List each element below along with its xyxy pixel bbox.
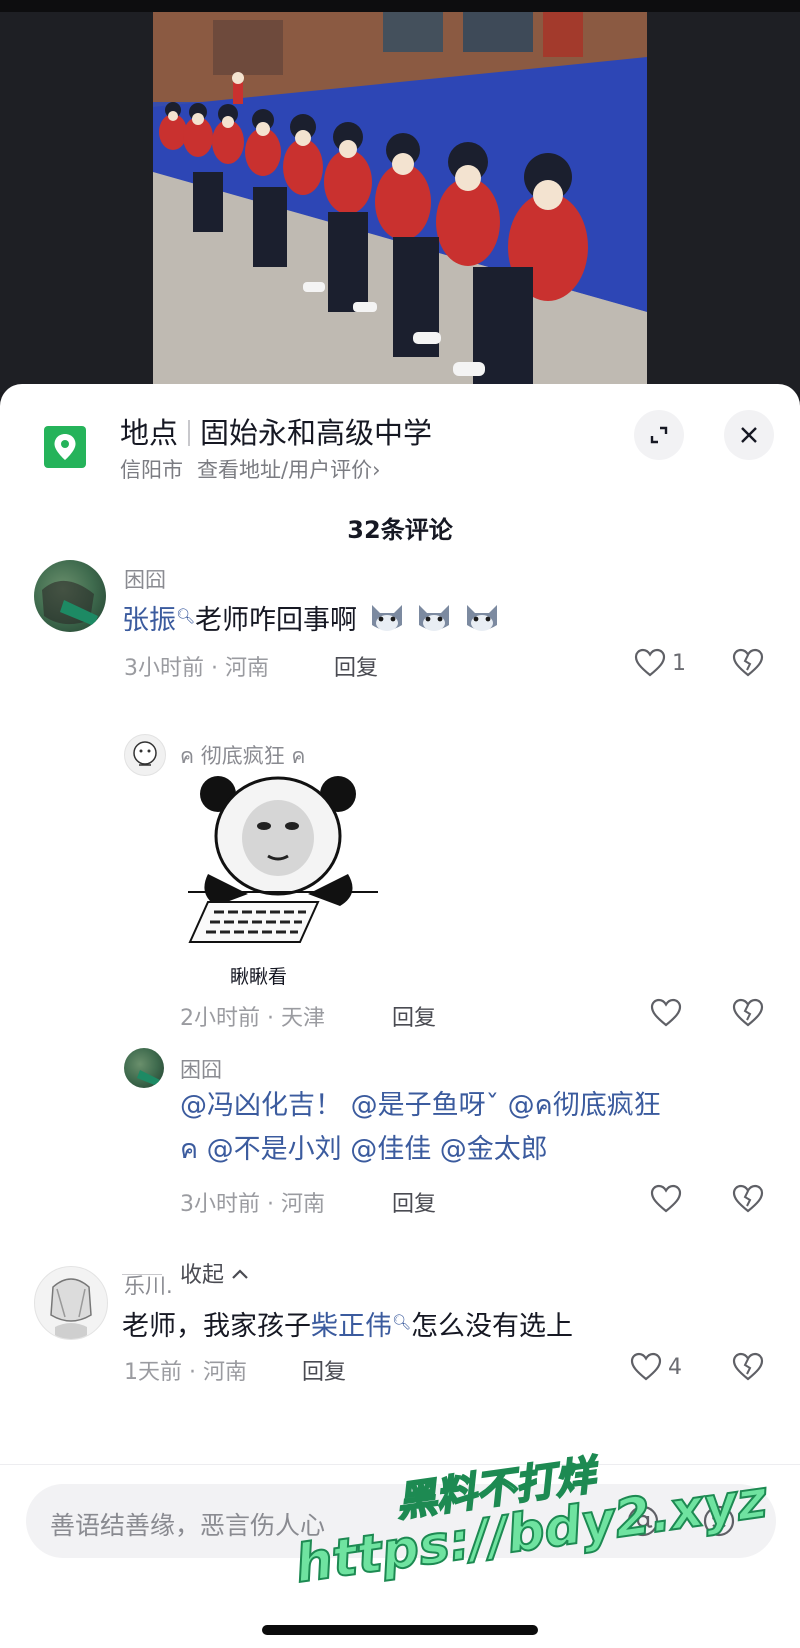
cat-emoji-icon — [419, 605, 450, 631]
location-city: 信阳市 — [120, 458, 183, 482]
mention-link[interactable]: 张振 — [122, 605, 176, 636]
heart-icon — [634, 648, 666, 677]
chevron-right-icon: › — [372, 458, 381, 482]
dislike-button[interactable] — [732, 648, 764, 682]
dislike-button[interactable] — [732, 1352, 764, 1386]
search-mark-icon: 🔍︎ — [176, 607, 196, 625]
comment-username[interactable]: 乐川. — [124, 1270, 173, 1300]
broken-heart-icon — [732, 648, 764, 677]
avatar[interactable] — [124, 1048, 164, 1088]
comment-input-placeholder: 善语结善缘，恶言伤人心 — [50, 1511, 326, 1540]
sticker-caption: 瞅瞅看 — [230, 966, 288, 988]
comment-sheet: 地点 固始永和高级中学 信阳市 查看地址/用户评价› 32条评论 困囧 张振🔍︎老师… — [0, 384, 800, 1648]
heart-icon — [630, 1352, 662, 1381]
expand-icon — [650, 426, 668, 444]
like-count: 4 — [668, 1354, 682, 1380]
comment-text: 张振🔍︎老师咋回事啊 — [122, 594, 500, 643]
video-frame-image — [153, 12, 647, 392]
heart-icon — [650, 1184, 682, 1213]
heart-icon — [650, 998, 682, 1027]
reply-meta: 3小时前 · 河南 — [180, 1192, 325, 1217]
reply-button[interactable]: 回复 — [392, 1186, 436, 1218]
like-button[interactable]: 1 — [634, 648, 686, 678]
avatar[interactable] — [124, 734, 166, 776]
avatar[interactable] — [34, 560, 106, 632]
chevron-up-icon — [232, 1269, 248, 1279]
location-name: 固始永和高级中学 — [200, 416, 433, 450]
location-title[interactable]: 地点 固始永和高级中学 — [120, 410, 432, 452]
reply-meta: 2小时前 · 天津 — [180, 1006, 325, 1031]
location-link[interactable]: 查看地址/用户评价 — [197, 458, 372, 482]
location-separator — [188, 420, 191, 446]
comment-body: 老师咋回事啊 — [195, 605, 358, 636]
comment-body: 老师，我家孩子 — [122, 1311, 311, 1342]
cat-emoji-icon — [371, 605, 402, 631]
search-mark-icon: 🔍︎ — [392, 1313, 412, 1331]
mention-link[interactable]: 柴正伟 — [311, 1311, 392, 1342]
dislike-button[interactable] — [732, 1184, 764, 1218]
reply-button[interactable]: 回复 — [334, 650, 378, 682]
broken-heart-icon — [732, 998, 764, 1027]
broken-heart-icon — [732, 1184, 764, 1213]
video-player[interactable] — [0, 12, 800, 392]
map-pin-icon — [44, 426, 86, 468]
reply-button[interactable]: 回复 — [302, 1354, 346, 1386]
comment-meta: 3小时前 · 河南 — [124, 656, 269, 681]
reply-button[interactable]: 回复 — [392, 1000, 436, 1032]
comment-username[interactable]: 困囧 — [124, 564, 166, 594]
close-button[interactable] — [724, 410, 774, 460]
input-divider — [0, 1464, 800, 1465]
emoji-row — [366, 605, 500, 636]
comment-text: 老师，我家孩子柴正伟🔍︎怎么没有选上 — [122, 1300, 573, 1349]
location-subline[interactable]: 信阳市 查看地址/用户评价› — [120, 454, 380, 484]
dislike-button[interactable] — [732, 998, 764, 1032]
comment-count: 32条评论 — [347, 516, 453, 544]
broken-heart-icon — [732, 1352, 764, 1381]
reply-username[interactable]: 困囧 — [180, 1054, 222, 1084]
like-count: 1 — [672, 650, 686, 676]
like-button[interactable] — [650, 1184, 682, 1214]
cat-emoji-icon — [466, 605, 497, 631]
collapse-replies-button[interactable]: 收起 — [180, 1257, 249, 1289]
collapse-label: 收起 — [180, 1263, 225, 1288]
expand-button[interactable] — [634, 410, 684, 460]
comment-meta: 1天前 · 河南 — [124, 1360, 247, 1385]
close-icon — [741, 427, 757, 443]
status-strip — [0, 0, 800, 12]
panda-sticker-image[interactable] — [188, 776, 378, 984]
like-button[interactable]: 4 — [630, 1352, 682, 1382]
comment-body-tail: 怎么没有选上 — [411, 1311, 574, 1342]
mention-line[interactable]: ค @不是小刘 @佳佳 @金太郎 — [180, 1128, 548, 1172]
like-button[interactable] — [650, 998, 682, 1028]
mention-line[interactable]: @冯凶化吉！ @是子鱼呀ˇ @ค彻底疯狂 — [180, 1084, 661, 1128]
avatar[interactable] — [34, 1266, 108, 1340]
home-indicator — [262, 1625, 538, 1635]
location-label: 地点 — [120, 416, 179, 450]
reply-username[interactable]: ค 彻底疯狂 ค — [180, 740, 305, 773]
